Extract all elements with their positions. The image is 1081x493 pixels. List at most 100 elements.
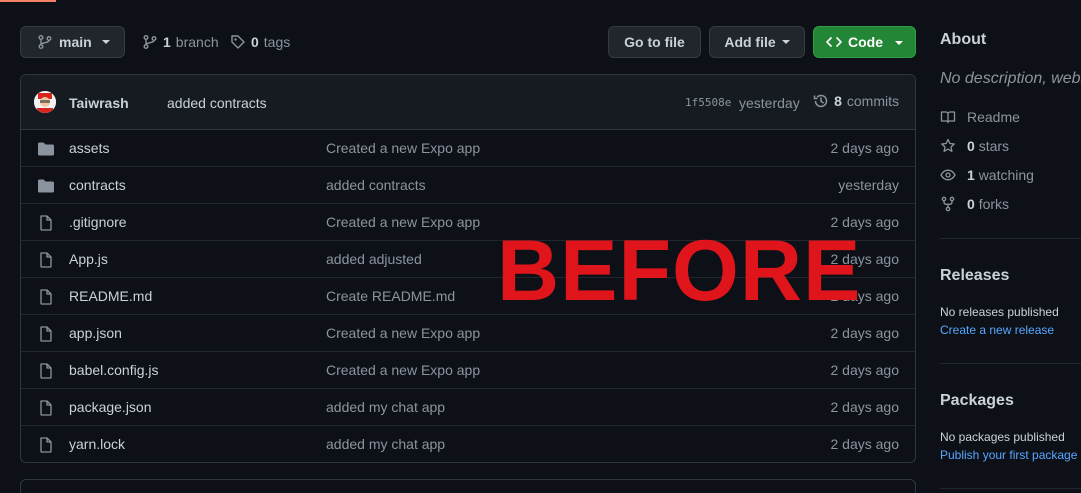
file-commit-message[interactable]: Create README.md [326, 288, 455, 304]
fork-icon [940, 196, 956, 212]
latest-commit-bar: Taiwrash added contracts 1f5508e yesterd… [21, 75, 915, 130]
file-name-link[interactable]: package.json [69, 399, 152, 415]
file-commit-message[interactable]: added my chat app [326, 399, 445, 415]
publish-package-link[interactable]: Publish your first package [940, 448, 1077, 462]
file-commit-age: 2 days ago [830, 362, 900, 378]
tags-link[interactable]: 0 tags [230, 26, 290, 58]
sidebar-divider [940, 238, 1081, 239]
file-icon [37, 252, 55, 268]
file-name-link[interactable]: yarn.lock [69, 436, 125, 452]
sidebar-divider [940, 488, 1081, 489]
file-commit-message[interactable]: added adjusted [326, 251, 422, 267]
file-commit-message[interactable]: Created a new Expo app [326, 362, 480, 378]
readme-link[interactable]: Readme [940, 109, 1020, 125]
branch-icon [37, 34, 53, 50]
file-commit-message[interactable]: Created a new Expo app [326, 325, 480, 341]
file-commit-age: 2 days ago [830, 399, 900, 415]
commit-author[interactable]: Taiwrash [69, 95, 129, 111]
forks-link[interactable]: 0 forks [940, 196, 1009, 212]
header-accent-bar [0, 0, 56, 2]
file-row[interactable]: assets Created a new Expo app 2 days ago [21, 130, 915, 167]
file-icon [37, 400, 55, 416]
file-commit-age: 2 days ago [830, 140, 900, 156]
file-name-link[interactable]: contracts [69, 177, 126, 193]
about-description: No description, website, or topics provi… [940, 70, 1081, 87]
commit-message[interactable]: added contracts [167, 95, 267, 111]
avatar[interactable] [34, 91, 56, 113]
file-name-link[interactable]: .gitignore [69, 214, 127, 230]
code-button[interactable]: Code [813, 26, 916, 58]
file-commit-age: yesterday [838, 177, 899, 193]
commit-count: 8 [834, 93, 842, 109]
commit-count-label: commits [846, 93, 899, 109]
commit-hash[interactable]: 1f5508e [685, 96, 731, 109]
stars-label: stars [978, 138, 1010, 154]
branch-select-button[interactable]: main [20, 26, 125, 58]
file-row[interactable]: contracts added contracts yesterday [21, 167, 915, 204]
watching-link[interactable]: 1 watching [940, 167, 1034, 183]
tag-icon [230, 34, 246, 50]
repo-sidebar: About No description, website, or topics… [940, 0, 1081, 493]
forks-label: forks [978, 196, 1010, 212]
book-icon [940, 109, 956, 125]
file-commit-message[interactable]: Created a new Expo app [326, 214, 480, 230]
readme-label: Readme [967, 109, 1020, 125]
about-heading: About [940, 31, 987, 48]
file-name-link[interactable]: App.js [69, 251, 108, 267]
packages-empty-text: No packages published [940, 430, 1065, 444]
sidebar-divider [940, 363, 1081, 364]
watching-count: 1 [967, 167, 975, 183]
file-row[interactable]: package.json added my chat app 2 days ago [21, 389, 915, 426]
add-file-label: Add file [724, 34, 776, 50]
branch-count: 1 [163, 34, 171, 50]
eye-icon [940, 167, 956, 183]
code-icon [826, 34, 842, 50]
branches-link[interactable]: 1 branch [142, 26, 219, 58]
file-commit-message[interactable]: added my chat app [326, 436, 445, 452]
releases-empty-text: No releases published [940, 305, 1059, 319]
file-icon [37, 437, 55, 453]
file-commit-age: 2 days ago [830, 325, 900, 341]
branch-icon [142, 34, 158, 50]
file-name-link[interactable]: README.md [69, 288, 152, 304]
file-commit-message[interactable]: Created a new Expo app [326, 140, 480, 156]
file-name-link[interactable]: assets [69, 140, 109, 156]
file-row[interactable]: babel.config.js Created a new Expo app 2 d… [21, 352, 915, 389]
add-file-button[interactable]: Add file [709, 26, 805, 58]
file-row[interactable]: app.json Created a new Expo app 2 days ago [21, 315, 915, 352]
history-icon [813, 93, 829, 109]
repo-toolbar: main 1 branch 0 tags Go to file Add file… [20, 26, 916, 58]
file-commit-message[interactable]: added contracts [326, 177, 426, 193]
commit-history-link[interactable]: 8 commits [813, 93, 899, 109]
file-name-link[interactable]: babel.config.js [69, 362, 159, 378]
file-icon [37, 326, 55, 342]
watching-label: watching [978, 167, 1034, 183]
file-name-link[interactable]: app.json [69, 325, 122, 341]
chevron-down-icon [781, 40, 790, 44]
tag-count: 0 [251, 34, 259, 50]
file-icon [37, 363, 55, 379]
tag-label: tags [263, 34, 291, 50]
stars-link[interactable]: 0 stars [940, 138, 1009, 154]
packages-heading[interactable]: Packages [940, 392, 1014, 410]
folder-icon [37, 178, 55, 194]
commit-time: yesterday [739, 95, 800, 111]
chevron-down-icon [895, 41, 903, 45]
forks-count: 0 [967, 196, 975, 212]
folder-icon [37, 141, 55, 157]
branch-label: branch [175, 34, 219, 50]
readme-box [20, 479, 916, 493]
releases-heading[interactable]: Releases [940, 267, 1009, 285]
file-icon [37, 289, 55, 305]
star-icon [940, 138, 956, 154]
go-to-file-button[interactable]: Go to file [608, 26, 701, 58]
chevron-down-icon [101, 40, 110, 44]
branch-name: main [59, 34, 92, 50]
create-release-link[interactable]: Create a new release [940, 323, 1054, 337]
file-commit-age: 2 days ago [830, 436, 900, 452]
stars-count: 0 [967, 138, 975, 154]
code-label: Code [848, 34, 883, 50]
file-row[interactable]: yarn.lock added my chat app 2 days ago [21, 426, 915, 462]
file-icon [37, 215, 55, 231]
before-watermark: BEFORE [497, 223, 862, 319]
